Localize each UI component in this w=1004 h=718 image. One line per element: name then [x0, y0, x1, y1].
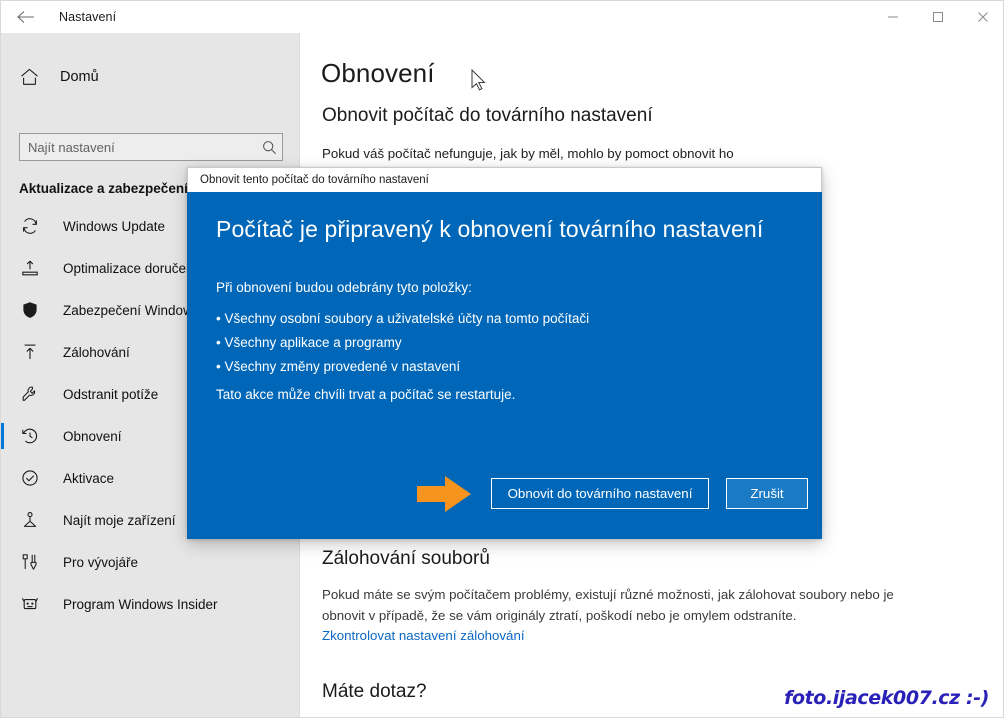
reset-confirmation-dialog: Obnovit tento počítač do továrního nasta… [187, 167, 822, 539]
sidebar-item-label: Aktivace [63, 470, 115, 486]
dialog-body: Počítač je připravený k obnovení tovární… [187, 192, 822, 539]
shield-icon [19, 299, 41, 321]
wrench-icon [19, 383, 41, 405]
dialog-note-text: Tato akce může chvíli trvat a počítač se… [216, 387, 516, 402]
upload-icon [19, 341, 41, 363]
settings-window: Nastavení Domů Najít nastavení Aktualiza… [0, 0, 1004, 718]
list-item: • Všechny osobní soubory a uživatelské ú… [216, 311, 590, 326]
sidebar-item-label: Program Windows Insider [63, 596, 218, 612]
search-input[interactable] [20, 139, 256, 155]
history-clock-icon [19, 425, 41, 447]
window-title: Nastavení [59, 10, 117, 24]
home-icon [17, 65, 41, 89]
sidebar-home-label: Domů [60, 69, 99, 85]
reset-section-heading: Obnovit počítač do továrního nastavení [322, 105, 653, 126]
insider-bug-icon [19, 593, 41, 615]
cancel-button[interactable]: Zrušit [726, 478, 808, 509]
sidebar-item-label: Zabezpečení Windows [63, 302, 200, 318]
sidebar-item-home[interactable]: Domů [1, 57, 300, 97]
sidebar-item-label: Odstranit potíže [63, 386, 159, 402]
backup-section-heading: Zálohování souborů [322, 548, 490, 569]
developer-tools-icon [19, 551, 41, 573]
orange-arrow-icon [415, 471, 475, 517]
dialog-action-bar: Obnovit do továrního nastavení Zrušit [491, 478, 808, 509]
list-item: • Všechny změny provedené v nastavení [216, 359, 461, 374]
dialog-intro-text: Při obnovení budou odebrány tyto položky… [216, 280, 472, 295]
reset-section-body: Pokud váš počítač nefunguje, jak by měl,… [322, 146, 734, 161]
sidebar-item-label: Windows Update [63, 218, 166, 234]
page-title: Obnovení [321, 58, 435, 88]
list-item: • Všechny aplikace a programy [216, 335, 402, 350]
sidebar-item-label: Zálohování [63, 344, 130, 360]
sidebar-item-label: Obnovení [63, 428, 122, 444]
close-button[interactable] [960, 1, 1003, 33]
window-controls [870, 1, 1003, 33]
sidebar-item-label: Najít moje zařízení [63, 512, 176, 528]
delivery-optimization-icon [19, 257, 41, 279]
sidebar-item-for-developers[interactable]: Pro vývojáře [1, 541, 300, 583]
backup-section-body: Pokud máte se svým počítačem problémy, e… [322, 587, 894, 623]
sidebar-item-label: Pro vývojáře [63, 554, 139, 570]
reset-to-factory-button[interactable]: Obnovit do továrního nastavení [491, 478, 709, 509]
sync-icon [19, 215, 41, 237]
find-device-icon [19, 509, 41, 531]
sidebar-category-title: Aktualizace a zabezpečení [19, 181, 188, 196]
sidebar-item-label: Optimalizace doručení [63, 260, 198, 276]
window-titlebar: Nastavení [1, 1, 1003, 33]
selection-indicator [1, 423, 4, 449]
sidebar-item-windows-insider[interactable]: Program Windows Insider [1, 583, 300, 625]
dialog-heading: Počítač je připravený k obnovení tovární… [216, 216, 764, 242]
back-button[interactable] [9, 3, 43, 31]
minimize-button[interactable] [870, 1, 915, 33]
search-box[interactable] [19, 133, 283, 161]
search-icon[interactable] [256, 134, 282, 160]
watermark-text: foto.ijacek007.cz :-) [784, 687, 989, 709]
backup-settings-link[interactable]: Zkontrolovat nastavení zálohování [322, 628, 525, 643]
maximize-button[interactable] [915, 1, 960, 33]
check-circle-icon [19, 467, 41, 489]
dialog-bullet-list: • Všechny osobní soubory a uživatelské ú… [216, 307, 589, 379]
dialog-title: Obnovit tento počítač do továrního nasta… [187, 167, 822, 192]
question-section-heading: Máte dotaz? [322, 681, 427, 702]
